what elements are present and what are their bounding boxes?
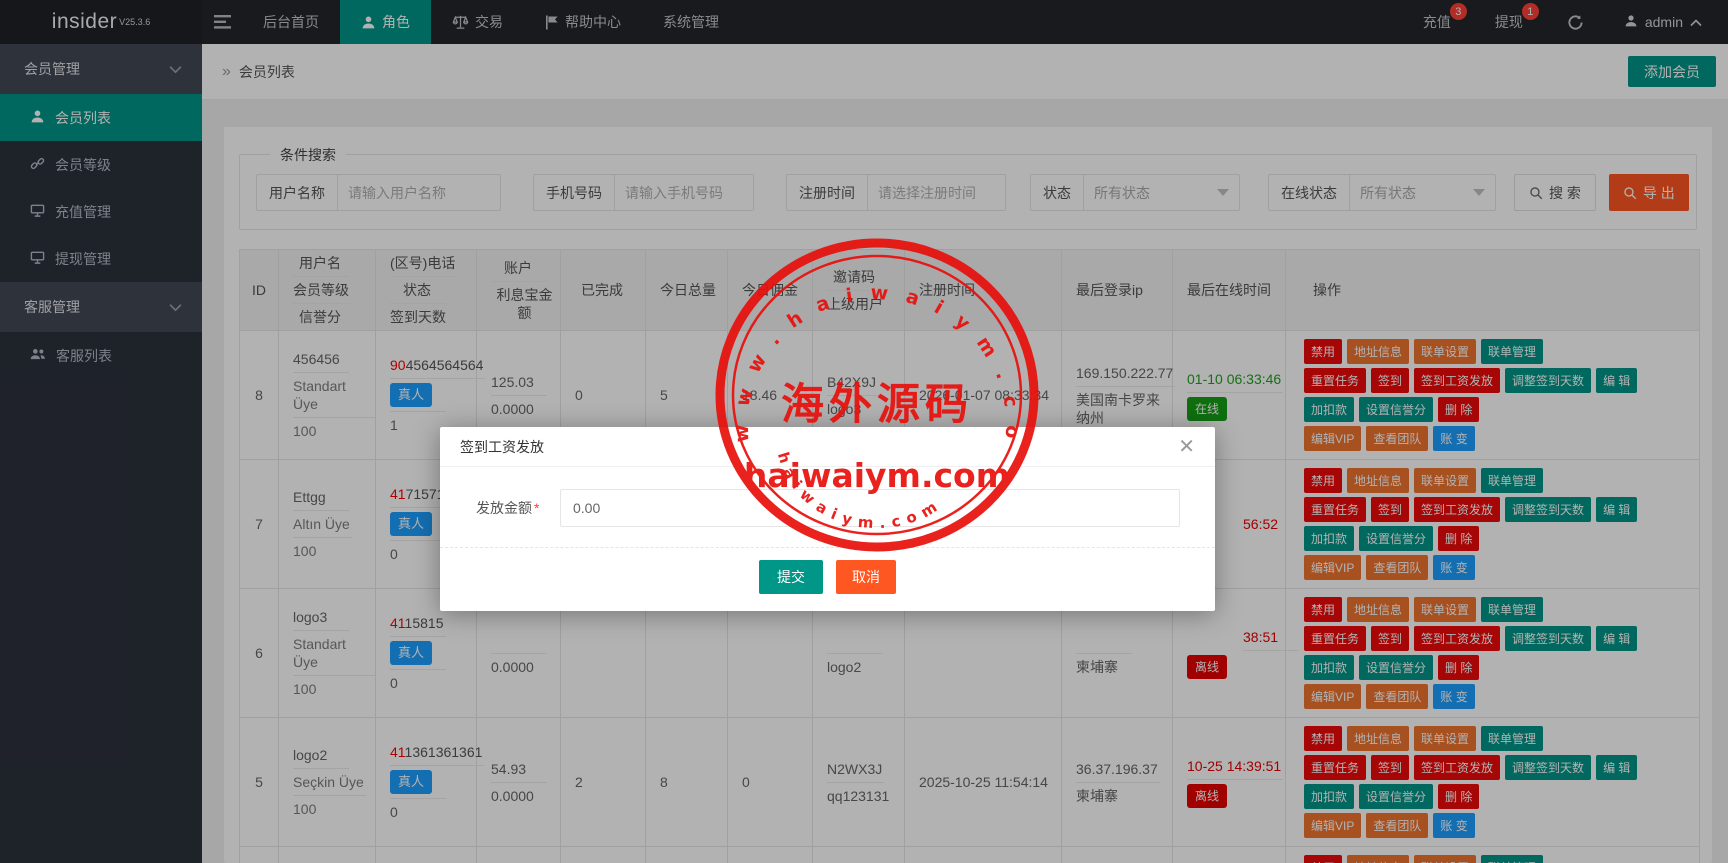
modal-body: 发放金额 *	[440, 467, 1215, 547]
required-mark: *	[534, 500, 540, 516]
page: insider V25.3.6 后台首页 角色 交易 帮助中心 系统管理 充值 …	[0, 0, 1728, 863]
modal-header: 签到工资发放 ✕	[440, 427, 1215, 467]
cancel-button[interactable]: 取消	[836, 560, 896, 594]
amount-input[interactable]	[560, 489, 1180, 527]
modal-title: 签到工资发放	[460, 438, 544, 455]
close-icon[interactable]: ✕	[1178, 437, 1195, 457]
modal-footer: 提交 取消	[440, 547, 1215, 611]
amount-field-label: 发放金额 *	[476, 500, 540, 516]
submit-button[interactable]: 提交	[759, 560, 823, 594]
sign-salary-modal: 签到工资发放 ✕ 发放金额* 提交 取消	[440, 427, 1215, 611]
